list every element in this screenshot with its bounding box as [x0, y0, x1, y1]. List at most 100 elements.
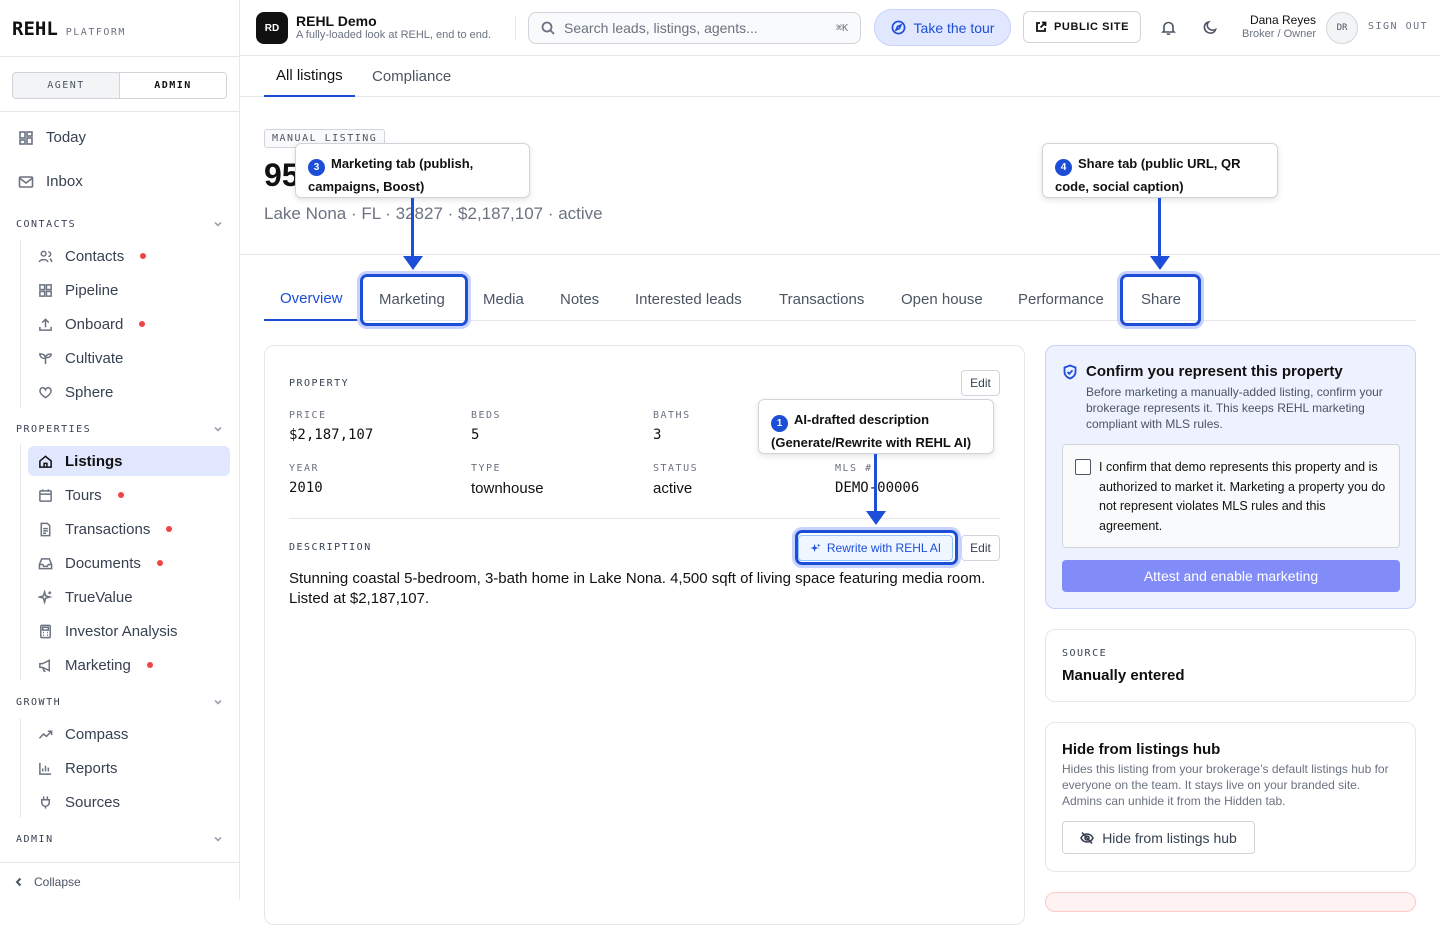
collapse-sidebar-button[interactable]: Collapse [0, 862, 239, 900]
nav-inbox-label: Inbox [46, 173, 83, 190]
sidebar-item-contacts[interactable]: Contacts [38, 241, 147, 271]
search-input[interactable] [564, 20, 827, 36]
sidebar: REHL PLATFORM AGENT ADMIN Today Inbox CO… [0, 0, 240, 900]
inbox-icon [38, 557, 53, 569]
notification-dot [156, 560, 163, 566]
brand-logo[interactable]: REHL PLATFORM [12, 18, 126, 40]
danger-zone-card [1045, 892, 1416, 912]
sidebar-item-cultivate[interactable]: Cultivate [38, 343, 123, 373]
tab-compliance[interactable]: Compliance [372, 56, 451, 97]
tab-performance[interactable]: Performance [1018, 277, 1104, 321]
sidebar-item-transactions[interactable]: Transactions [38, 514, 173, 544]
role-admin-option[interactable]: ADMIN [119, 73, 226, 98]
eye-off-icon [1080, 831, 1095, 844]
year-value: 2010 [289, 480, 323, 496]
sidebar-item-investor-analysis[interactable]: Investor Analysis [38, 616, 178, 646]
bell-icon [1161, 21, 1176, 36]
tour-arrow [874, 454, 877, 512]
status-label: STATUS [653, 463, 699, 474]
attestation-box: I confirm that demo represents this prop… [1062, 444, 1400, 548]
sidebar-item-tours[interactable]: Tours [38, 480, 124, 510]
attest-enable-marketing-button[interactable]: Attest and enable marketing [1062, 560, 1400, 592]
sprout-icon [39, 352, 52, 364]
price-label: PRICE [289, 410, 327, 421]
tour-arrow [1158, 198, 1161, 258]
upload-icon [39, 317, 52, 331]
take-tour-button[interactable]: Take the tour [874, 9, 1011, 46]
edit-description-button[interactable]: Edit [961, 535, 1000, 561]
brand-subtitle: PLATFORM [65, 27, 126, 38]
tab-overview[interactable]: Overview [264, 277, 359, 321]
type-value: townhouse [471, 480, 544, 497]
section-contacts-header[interactable]: CONTACTS [16, 218, 224, 230]
sidebar-item-listings[interactable]: Listings [28, 446, 230, 476]
listing-description: Stunning coastal 5-bedroom, 3-bath home … [289, 570, 986, 607]
moon-icon [1203, 20, 1217, 34]
global-search[interactable]: ⌘K [528, 12, 861, 44]
divider [289, 518, 1000, 519]
notification-dot [166, 526, 173, 532]
tour-callout-ai-description: 1 AI-drafted description (Generate/Rewrit… [758, 399, 994, 454]
sidebar-item-reports[interactable]: Reports [38, 753, 118, 783]
home-icon [39, 454, 52, 468]
sidebar-item-sphere[interactable]: Sphere [38, 377, 113, 407]
org-tagline: A fully-loaded look at REHL, end to end. [296, 29, 492, 41]
role-toggle[interactable]: AGENT ADMIN [12, 72, 227, 99]
section-title: GROWTH [16, 696, 62, 708]
sidebar-item-pipeline[interactable]: Pipeline [38, 275, 118, 305]
brand-name: REHL [12, 18, 58, 40]
sidebar-item-label: Transactions [65, 520, 151, 538]
tab-all-listings[interactable]: All listings [264, 56, 355, 97]
source-card: SOURCE Manually entered [1045, 629, 1416, 702]
section-rail [20, 240, 21, 408]
section-growth-header[interactable]: GROWTH [16, 696, 224, 708]
attestation-text[interactable]: I confirm that demo represents this prop… [1099, 458, 1389, 536]
sidebar-item-label: Cultivate [65, 349, 124, 367]
section-admin-header[interactable]: ADMIN [16, 833, 224, 845]
sidebar-item-sources[interactable]: Sources [38, 787, 120, 817]
year-label: YEAR [289, 463, 320, 474]
nav-today-label: Today [46, 129, 87, 146]
nav-today[interactable]: Today [18, 129, 86, 146]
sign-out-button[interactable]: SIGN OUT [1368, 21, 1428, 32]
edit-property-button[interactable]: Edit [961, 370, 1000, 396]
section-properties-header[interactable]: PROPERTIES [16, 423, 224, 435]
tab-transactions[interactable]: Transactions [779, 277, 864, 321]
divider [515, 16, 516, 40]
role-agent-option[interactable]: AGENT [13, 73, 119, 98]
sidebar-item-onboard[interactable]: Onboard [38, 309, 146, 339]
source-label: SOURCE [1062, 648, 1108, 659]
sidebar-item-truevalue[interactable]: TrueValue [38, 582, 133, 612]
tour-arrow [411, 198, 414, 258]
tour-callout-share: 4 Share tab (public URL, QR code, social … [1042, 143, 1278, 198]
user-role: Broker / Owner [1242, 28, 1316, 40]
public-site-button[interactable]: PUBLIC SITE [1023, 11, 1141, 43]
description-section-label: DESCRIPTION [289, 542, 372, 553]
listings-subtabs: All listings Compliance [240, 56, 1440, 97]
confirm-title: Confirm you represent this property [1086, 363, 1343, 380]
sidebar-item-marketing[interactable]: Marketing [38, 650, 153, 680]
sidebar-item-label: Marketing [65, 656, 131, 674]
sidebar-item-compass[interactable]: Compass [38, 719, 128, 749]
divider [0, 56, 239, 57]
avatar[interactable]: DR [1326, 12, 1358, 44]
tab-open-house[interactable]: Open house [901, 277, 983, 321]
type-label: TYPE [471, 463, 502, 474]
plug-icon [41, 795, 50, 809]
tour-arrow-head [866, 511, 886, 525]
sidebar-item-label: Compass [65, 725, 129, 743]
external-link-icon [1036, 21, 1047, 32]
sidebar-item-documents[interactable]: Documents [38, 548, 163, 578]
tab-media[interactable]: Media [483, 277, 524, 321]
theme-toggle-button[interactable] [1202, 19, 1219, 36]
nav-inbox[interactable]: Inbox [18, 173, 83, 190]
hide-from-hub-button[interactable]: Hide from listings hub [1062, 821, 1255, 854]
section-rail [20, 718, 21, 818]
attestation-checkbox[interactable] [1075, 459, 1091, 475]
tour-highlight-ai-button [795, 530, 958, 565]
take-tour-label: Take the tour [913, 19, 995, 36]
tab-notes[interactable]: Notes [560, 277, 599, 321]
org-badge[interactable]: RD [256, 12, 288, 44]
notifications-button[interactable] [1160, 19, 1177, 36]
tab-interested-leads[interactable]: Interested leads [635, 277, 742, 321]
